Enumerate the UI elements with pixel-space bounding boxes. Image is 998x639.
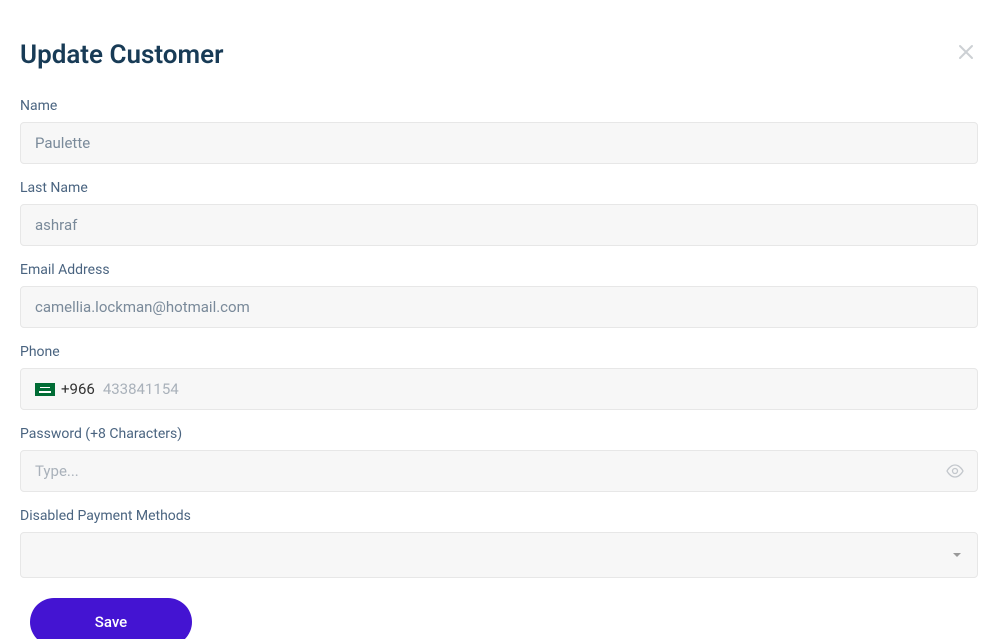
save-button[interactable]: Save: [30, 598, 192, 639]
eye-icon: [946, 464, 964, 478]
country-flag-icon[interactable]: [35, 383, 55, 396]
name-label: Name: [20, 98, 978, 114]
disabled-payments-select[interactable]: [20, 532, 978, 578]
name-input[interactable]: [20, 122, 978, 164]
chevron-down-icon: [953, 553, 961, 557]
phone-field-wrapper: +966: [20, 368, 978, 410]
close-button[interactable]: [954, 40, 978, 64]
disabled-payments-label: Disabled Payment Methods: [20, 508, 978, 524]
modal-title: Update Customer: [20, 40, 223, 70]
email-label: Email Address: [20, 262, 978, 278]
last-name-input[interactable]: [20, 204, 978, 246]
phone-input[interactable]: [101, 379, 963, 399]
toggle-password-visibility-button[interactable]: [942, 460, 968, 482]
password-label: Password (+8 Characters): [20, 426, 978, 442]
close-icon: [958, 44, 974, 60]
last-name-label: Last Name: [20, 180, 978, 196]
phone-label: Phone: [20, 344, 978, 360]
dial-code: +966: [61, 380, 95, 398]
email-input[interactable]: [20, 286, 978, 328]
password-input[interactable]: [20, 450, 978, 492]
